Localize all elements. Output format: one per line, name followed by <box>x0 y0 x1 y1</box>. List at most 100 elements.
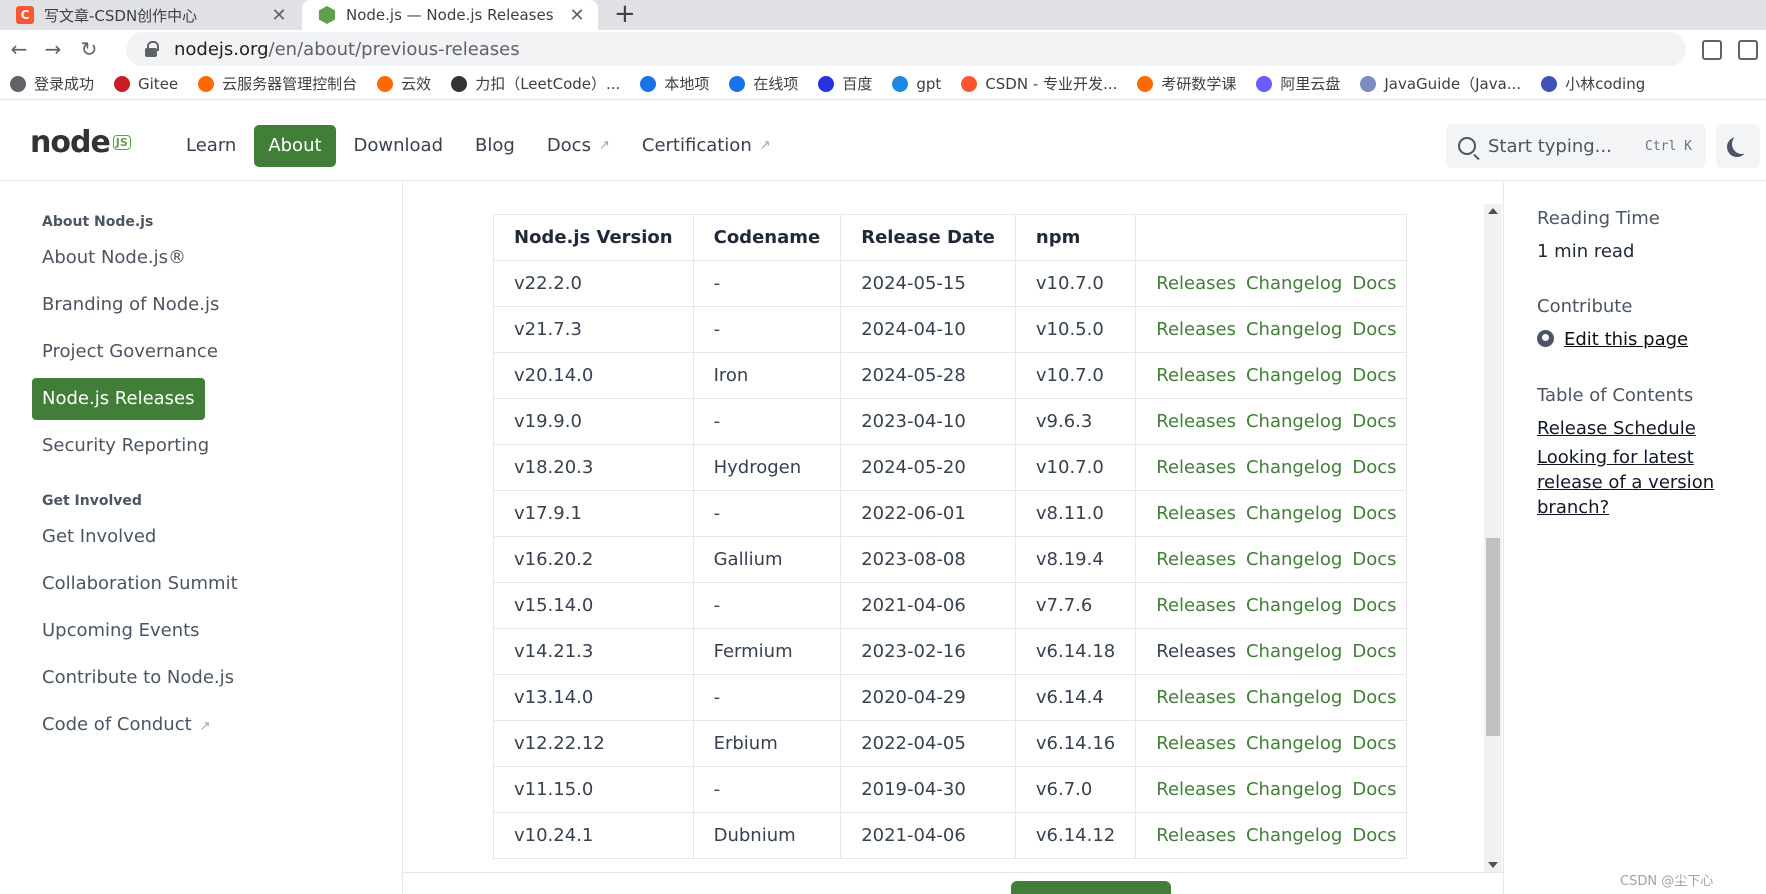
bookmark-label: 阿里云盘 <box>1280 75 1341 93</box>
sidebar-row: Get Involved <box>32 511 248 558</box>
scrollbar-thumb[interactable] <box>1486 538 1500 736</box>
link-changelog[interactable]: Changelog <box>1246 549 1342 570</box>
link-releases[interactable]: Releases <box>1156 687 1236 708</box>
bookmark-item[interactable]: gpt <box>892 75 941 93</box>
sidebar-item[interactable]: Collaboration Summit <box>32 563 248 605</box>
bookmark-item[interactable]: 在线项 <box>729 73 798 94</box>
bookmark-item[interactable]: Gitee <box>114 75 178 93</box>
browser-tab-csdn[interactable]: C 写文章-CSDN创作中心 ✕ <box>0 0 300 30</box>
link-docs[interactable]: Docs <box>1352 825 1396 846</box>
cell-codename: - <box>692 674 842 721</box>
bookmark-item[interactable]: 阿里云盘 <box>1256 73 1340 94</box>
sidebar-item[interactable]: Get Involved <box>32 516 166 558</box>
link-docs[interactable]: Docs <box>1352 319 1396 340</box>
link-releases[interactable]: Releases <box>1156 411 1236 432</box>
bookmark-item[interactable]: 登录成功 <box>10 73 94 94</box>
sidebar-item[interactable]: Code of Conduct ↗ <box>32 704 221 746</box>
link-docs[interactable]: Docs <box>1352 273 1396 294</box>
link-releases[interactable]: Releases <box>1156 733 1236 754</box>
bookmark-item[interactable]: 考研数学课 <box>1137 73 1236 94</box>
toc-link-release-schedule[interactable]: Release Schedule <box>1537 416 1766 441</box>
close-icon[interactable]: ✕ <box>564 5 590 26</box>
nodejs-logo[interactable]: node JS <box>30 125 131 160</box>
link-releases[interactable]: Releases <box>1156 641 1236 662</box>
link-docs[interactable]: Docs <box>1352 365 1396 386</box>
link-changelog[interactable]: Changelog <box>1246 365 1342 386</box>
theme-toggle-button[interactable] <box>1716 124 1760 168</box>
link-docs[interactable]: Docs <box>1352 411 1396 432</box>
bookmark-item[interactable]: 小林coding <box>1541 73 1645 94</box>
search-box[interactable]: Start typing... Ctrl K <box>1446 124 1706 168</box>
sidebar-item[interactable]: Node.js Releases <box>32 378 205 420</box>
link-changelog[interactable]: Changelog <box>1246 641 1342 662</box>
link-docs[interactable]: Docs <box>1352 779 1396 800</box>
nav-blog[interactable]: Blog <box>461 125 529 167</box>
bookmark-item[interactable]: JavaGuide（Java... <box>1360 73 1521 94</box>
link-changelog[interactable]: Changelog <box>1246 273 1342 294</box>
bookmark-item[interactable]: 云服务器管理控制台 <box>198 73 357 94</box>
link-docs[interactable]: Docs <box>1352 687 1396 708</box>
back-arrow-icon[interactable]: ← <box>4 34 34 64</box>
link-changelog[interactable]: Changelog <box>1246 457 1342 478</box>
toc-link-latest-release[interactable]: Looking for latest release of a version … <box>1537 445 1762 520</box>
link-releases[interactable]: Releases <box>1156 503 1236 524</box>
link-docs[interactable]: Docs <box>1352 503 1396 524</box>
sidebar-item[interactable]: Security Reporting <box>32 425 219 467</box>
link-changelog[interactable]: Changelog <box>1246 733 1342 754</box>
sidebar-item-label: Security Reporting <box>42 435 210 456</box>
cell-npm: v8.19.4 <box>1014 536 1137 583</box>
sidebar-item[interactable]: Branding of Node.js <box>32 284 229 326</box>
link-releases[interactable]: Releases <box>1156 273 1236 294</box>
link-changelog[interactable]: Changelog <box>1246 825 1342 846</box>
link-docs[interactable]: Docs <box>1352 595 1396 616</box>
link-changelog[interactable]: Changelog <box>1246 503 1342 524</box>
link-releases[interactable]: Releases <box>1156 457 1236 478</box>
nav-certification[interactable]: Certification ↗ <box>628 125 785 167</box>
sidebar-item[interactable]: About Node.js® <box>32 237 196 279</box>
nav-about[interactable]: About <box>254 125 336 167</box>
cell-npm: v9.6.3 <box>1014 398 1137 445</box>
link-docs[interactable]: Docs <box>1352 549 1396 570</box>
link-releases[interactable]: Releases <box>1156 549 1236 570</box>
link-changelog[interactable]: Changelog <box>1246 687 1342 708</box>
edit-page-row[interactable]: Edit this page <box>1537 327 1688 352</box>
nav-download[interactable]: Download <box>340 125 457 167</box>
qr-code-icon[interactable] <box>1702 40 1722 60</box>
link-releases[interactable]: Releases <box>1156 779 1236 800</box>
scroll-down-arrow-icon[interactable] <box>1488 862 1498 868</box>
sidebar-item[interactable]: Upcoming Events <box>32 610 210 652</box>
link-docs[interactable]: Docs <box>1352 641 1396 662</box>
edit-this-page-link[interactable]: Edit this page <box>1564 329 1688 350</box>
reload-icon[interactable]: ↻ <box>74 34 104 64</box>
nav-docs[interactable]: Docs ↗ <box>533 125 624 167</box>
link-releases[interactable]: Releases <box>1156 595 1236 616</box>
bookmark-item[interactable]: 百度 <box>818 73 872 94</box>
table-scrollbar[interactable] <box>1484 204 1502 872</box>
lock-icon[interactable] <box>144 41 159 57</box>
sidebar-item[interactable]: Contribute to Node.js <box>32 657 244 699</box>
link-docs[interactable]: Docs <box>1352 457 1396 478</box>
link-releases[interactable]: Releases <box>1156 825 1236 846</box>
link-changelog[interactable]: Changelog <box>1246 411 1342 432</box>
footer-button[interactable] <box>1011 881 1171 894</box>
bookmark-item[interactable]: 云效 <box>377 73 431 94</box>
scroll-up-arrow-icon[interactable] <box>1488 208 1498 214</box>
new-tab-plus-icon[interactable]: + <box>614 0 636 30</box>
bookmark-item[interactable]: CSDN - 专业开发... <box>961 73 1117 94</box>
link-changelog[interactable]: Changelog <box>1246 779 1342 800</box>
browser-tab-nodejs[interactable]: Node.js — Node.js Releases ✕ <box>302 0 598 30</box>
translate-icon[interactable] <box>1738 40 1758 60</box>
nav-learn[interactable]: Learn <box>172 125 250 167</box>
table-row: v11.15.0-2019-04-30 v6.7.0 Releases Changel… <box>493 766 1408 813</box>
link-changelog[interactable]: Changelog <box>1246 319 1342 340</box>
sidebar-item[interactable]: Project Governance <box>32 331 228 373</box>
close-icon[interactable]: ✕ <box>266 5 292 26</box>
bookmark-item[interactable]: 本地项 <box>640 73 709 94</box>
bookmark-item[interactable]: 力扣（LeetCode）... <box>451 73 620 94</box>
link-releases[interactable]: Releases <box>1156 319 1236 340</box>
link-releases[interactable]: Releases <box>1156 365 1236 386</box>
forward-arrow-icon[interactable]: → <box>38 34 68 64</box>
link-changelog[interactable]: Changelog <box>1246 595 1342 616</box>
address-bar[interactable]: nodejs.org/en/about/previous-releases <box>126 32 1686 66</box>
link-docs[interactable]: Docs <box>1352 733 1396 754</box>
